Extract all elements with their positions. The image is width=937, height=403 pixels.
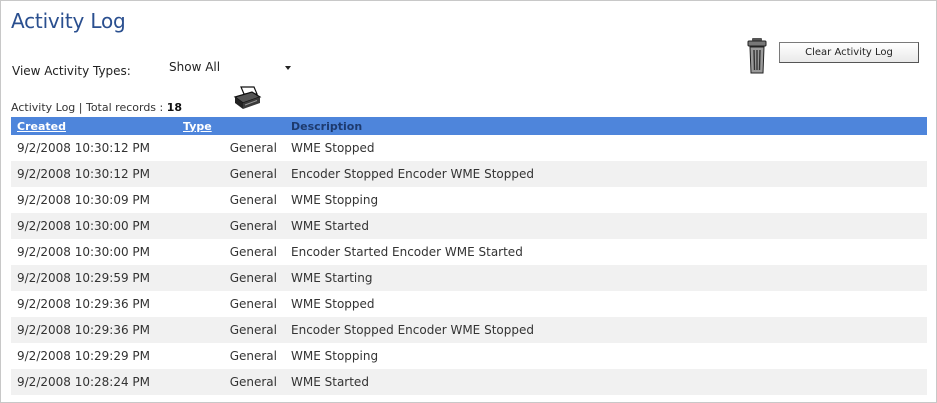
record-summary: Activity Log | Total records : 18 [11,101,182,114]
cell-created: 9/2/2008 10:30:12 PM [17,141,151,155]
activity-type-select[interactable]: Show All [163,57,297,77]
cell-type: General [177,213,285,239]
page-title: Activity Log [11,9,126,33]
activity-type-label: View Activity Types: [12,64,131,78]
table-row: 9/2/2008 10:29:29 PM General WME Stopping [11,343,927,369]
column-header-description: Description [285,117,927,135]
cell-type: General [229,193,277,207]
cell-description: WME Started [285,369,927,395]
activity-log-table: Created Type Description 9/2/2008 10:30:… [11,117,927,395]
table-row: 9/2/2008 10:30:00 PM General Encoder Start… [11,239,927,265]
table-row: 9/2/2008 10:30:12 PM General Encoder Stopp… [11,161,927,187]
cell-description: WME Stopped [291,297,375,311]
cell-description: WME Stopping [291,349,379,363]
cell-created: 9/2/2008 10:30:09 PM [17,193,151,207]
sort-type-link[interactable]: Type [183,120,212,133]
cell-created: 9/2/2008 10:30:00 PM [11,213,177,239]
trash-can-icon[interactable] [747,37,767,75]
table-row: 9/2/2008 10:30:00 PM General WME Started [11,213,927,239]
table-row: 9/2/2008 10:28:24 PM General WME Started [11,369,927,395]
table-row: 9/2/2008 10:29:36 PM General WME Stopped [11,291,927,317]
cell-type: General [177,265,285,291]
table-row: 9/2/2008 10:29:36 PM General Encoder Stopp… [11,317,927,343]
table-row: 9/2/2008 10:30:12 PM General WME Stopped [11,135,927,161]
chevron-down-icon [285,66,291,70]
sort-created-link[interactable]: Created [17,120,66,133]
clear-activity-log-button[interactable]: Clear Activity Log [779,42,919,63]
cell-created: 9/2/2008 10:30:00 PM [17,245,151,259]
cell-description: Encoder Stopped Encoder WME Stopped [285,317,927,343]
cell-created: 9/2/2008 10:29:36 PM [17,297,151,311]
summary-label: Activity Log | Total records : [11,101,164,114]
cell-type: General [177,369,285,395]
cell-type: General [229,141,277,155]
cell-description: Encoder Started Encoder WME Started [291,245,523,259]
cell-type: General [229,245,277,259]
activity-type-selected-value: Show All [169,60,221,74]
cell-created: 9/2/2008 10:29:36 PM [11,317,177,343]
cell-type: General [229,349,277,363]
cell-description: Encoder Stopped Encoder WME Stopped [285,161,927,187]
cell-created: 9/2/2008 10:29:29 PM [17,349,151,363]
total-records-count: 18 [166,101,183,114]
column-header-type[interactable]: Type [177,117,285,135]
cell-created: 9/2/2008 10:28:24 PM [11,369,177,395]
table-row: 9/2/2008 10:29:59 PM General WME Starting [11,265,927,291]
cell-description: WME Started [285,213,927,239]
column-header-created[interactable]: Created [11,117,177,135]
cell-type: General [177,161,285,187]
cell-description: WME Stopped [291,141,375,155]
table-row: 9/2/2008 10:30:09 PM General WME Stopping [11,187,927,213]
cell-created: 9/2/2008 10:30:12 PM [11,161,177,187]
printer-icon[interactable] [232,85,262,111]
cell-description: WME Starting [285,265,927,291]
table-header-row: Created Type Description [11,117,927,135]
cell-created: 9/2/2008 10:29:59 PM [11,265,177,291]
cell-type: General [229,297,277,311]
activity-log-panel: Activity Log View Activity Types: Show A… [0,0,937,403]
cell-type: General [177,317,285,343]
cell-description: WME Stopping [291,193,379,207]
